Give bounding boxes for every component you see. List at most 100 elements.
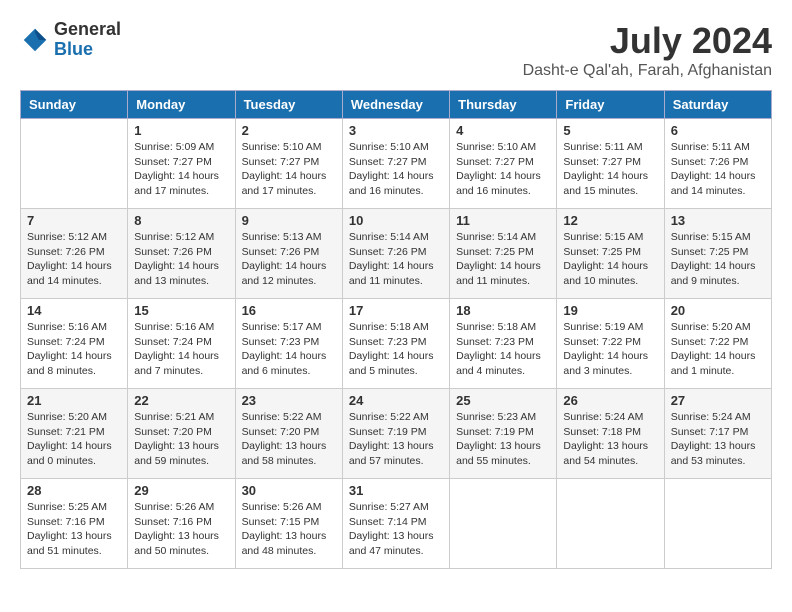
day-info: Sunrise: 5:13 AM Sunset: 7:26 PM Dayligh… — [242, 230, 336, 289]
day-cell: 23Sunrise: 5:22 AM Sunset: 7:20 PM Dayli… — [235, 389, 342, 479]
day-cell — [557, 479, 664, 569]
day-info: Sunrise: 5:24 AM Sunset: 7:18 PM Dayligh… — [563, 410, 657, 469]
header: General Blue July 2024 Dasht-e Qal'ah, F… — [20, 20, 772, 80]
day-cell: 31 Sunrise: 5:27 AM Sunset: 7:14 PM Dayli… — [342, 479, 449, 569]
day-number: 8 — [134, 213, 228, 228]
day-info: Sunrise: 5:22 AM Sunset: 7:19 PM Dayligh… — [349, 410, 443, 469]
day-cell: 17Sunrise: 5:18 AM Sunset: 7:23 PM Dayli… — [342, 299, 449, 389]
day-number: 16 — [242, 303, 336, 318]
day-number: 5 — [563, 123, 657, 138]
day-number: 13 — [671, 213, 765, 228]
day-number: 14 — [27, 303, 121, 318]
day-cell: 1 Sunrise: 5:09 AM Sunset: 7:27 PM Daylig… — [128, 119, 235, 209]
weekday-header-sunday: Sunday — [21, 91, 128, 119]
day-number: 12 — [563, 213, 657, 228]
day-info: Sunrise: 5:19 AM Sunset: 7:22 PM Dayligh… — [563, 320, 657, 379]
week-row-1: 1 Sunrise: 5:09 AM Sunset: 7:27 PM Daylig… — [21, 119, 772, 209]
day-cell: 4 Sunrise: 5:10 AM Sunset: 7:27 PM Daylig… — [450, 119, 557, 209]
day-cell — [21, 119, 128, 209]
day-info: Sunrise: 5:16 AM Sunset: 7:24 PM Dayligh… — [27, 320, 121, 379]
day-number: 10 — [349, 213, 443, 228]
weekday-header-friday: Friday — [557, 91, 664, 119]
day-cell: 16 Sunrise: 5:17 AM Sunset: 7:23 PM Dayli… — [235, 299, 342, 389]
day-number: 29 — [134, 483, 228, 498]
day-cell: 13 Sunrise: 5:15 AM Sunset: 7:25 PM Dayli… — [664, 209, 771, 299]
week-row-4: 21 Sunrise: 5:20 AM Sunset: 7:21 PM Dayli… — [21, 389, 772, 479]
day-cell: 18Sunrise: 5:18 AM Sunset: 7:23 PM Dayli… — [450, 299, 557, 389]
day-number: 3 — [349, 123, 443, 138]
day-info: Sunrise: 5:12 AM Sunset: 7:26 PM Dayligh… — [134, 230, 228, 289]
day-cell: 28Sunrise: 5:25 AM Sunset: 7:16 PM Dayli… — [21, 479, 128, 569]
day-cell: 11 Sunrise: 5:14 AM Sunset: 7:25 PM Dayli… — [450, 209, 557, 299]
day-info: Sunrise: 5:26 AM Sunset: 7:15 PM Dayligh… — [242, 500, 336, 559]
logo-text: General Blue — [54, 20, 121, 60]
day-info: Sunrise: 5:15 AM Sunset: 7:25 PM Dayligh… — [563, 230, 657, 289]
day-cell: 15Sunrise: 5:16 AM Sunset: 7:24 PM Dayli… — [128, 299, 235, 389]
day-info: Sunrise: 5:10 AM Sunset: 7:27 PM Dayligh… — [349, 140, 443, 199]
day-cell: 9 Sunrise: 5:13 AM Sunset: 7:26 PM Daylig… — [235, 209, 342, 299]
day-cell: 7 Sunrise: 5:12 AM Sunset: 7:26 PM Daylig… — [21, 209, 128, 299]
weekday-header-thursday: Thursday — [450, 91, 557, 119]
location-text: Dasht-e Qal'ah, Farah, Afghanistan — [523, 62, 772, 80]
day-cell: 12 Sunrise: 5:15 AM Sunset: 7:25 PM Dayli… — [557, 209, 664, 299]
weekday-header-wednesday: Wednesday — [342, 91, 449, 119]
day-cell: 27 Sunrise: 5:24 AM Sunset: 7:17 PM Dayli… — [664, 389, 771, 479]
day-number: 2 — [242, 123, 336, 138]
weekday-header-tuesday: Tuesday — [235, 91, 342, 119]
day-cell: 10 Sunrise: 5:14 AM Sunset: 7:26 PM Dayli… — [342, 209, 449, 299]
day-number: 27 — [671, 393, 765, 408]
day-info: Sunrise: 5:20 AM Sunset: 7:22 PM Dayligh… — [671, 320, 765, 379]
day-cell: 21 Sunrise: 5:20 AM Sunset: 7:21 PM Dayli… — [21, 389, 128, 479]
day-number: 21 — [27, 393, 121, 408]
day-cell: 24Sunrise: 5:22 AM Sunset: 7:19 PM Dayli… — [342, 389, 449, 479]
day-number: 20 — [671, 303, 765, 318]
day-info: Sunrise: 5:14 AM Sunset: 7:26 PM Dayligh… — [349, 230, 443, 289]
day-number: 4 — [456, 123, 550, 138]
weekday-header-saturday: Saturday — [664, 91, 771, 119]
day-info: Sunrise: 5:27 AM Sunset: 7:14 PM Dayligh… — [349, 500, 443, 559]
day-info: Sunrise: 5:16 AM Sunset: 7:24 PM Dayligh… — [134, 320, 228, 379]
day-info: Sunrise: 5:11 AM Sunset: 7:27 PM Dayligh… — [563, 140, 657, 199]
day-cell: 19 Sunrise: 5:19 AM Sunset: 7:22 PM Dayli… — [557, 299, 664, 389]
day-cell: 6Sunrise: 5:11 AM Sunset: 7:26 PM Daylig… — [664, 119, 771, 209]
logo-blue-text: Blue — [54, 40, 121, 60]
day-number: 1 — [134, 123, 228, 138]
week-row-3: 14 Sunrise: 5:16 AM Sunset: 7:24 PM Dayli… — [21, 299, 772, 389]
day-number: 31 — [349, 483, 443, 498]
day-cell: 25Sunrise: 5:23 AM Sunset: 7:19 PM Dayli… — [450, 389, 557, 479]
day-number: 7 — [27, 213, 121, 228]
day-number: 19 — [563, 303, 657, 318]
day-cell: 3 Sunrise: 5:10 AM Sunset: 7:27 PM Daylig… — [342, 119, 449, 209]
day-info: Sunrise: 5:24 AM Sunset: 7:17 PM Dayligh… — [671, 410, 765, 469]
title-area: July 2024 Dasht-e Qal'ah, Farah, Afghani… — [523, 20, 772, 80]
day-info: Sunrise: 5:10 AM Sunset: 7:27 PM Dayligh… — [456, 140, 550, 199]
day-number: 11 — [456, 213, 550, 228]
day-info: Sunrise: 5:12 AM Sunset: 7:26 PM Dayligh… — [27, 230, 121, 289]
day-info: Sunrise: 5:15 AM Sunset: 7:25 PM Dayligh… — [671, 230, 765, 289]
day-info: Sunrise: 5:14 AM Sunset: 7:25 PM Dayligh… — [456, 230, 550, 289]
day-info: Sunrise: 5:10 AM Sunset: 7:27 PM Dayligh… — [242, 140, 336, 199]
day-info: Sunrise: 5:18 AM Sunset: 7:23 PM Dayligh… — [349, 320, 443, 379]
logo-icon — [20, 25, 50, 55]
day-info: Sunrise: 5:25 AM Sunset: 7:16 PM Dayligh… — [27, 500, 121, 559]
day-number: 22 — [134, 393, 228, 408]
day-info: Sunrise: 5:20 AM Sunset: 7:21 PM Dayligh… — [27, 410, 121, 469]
weekday-header-monday: Monday — [128, 91, 235, 119]
day-info: Sunrise: 5:21 AM Sunset: 7:20 PM Dayligh… — [134, 410, 228, 469]
day-cell: 26Sunrise: 5:24 AM Sunset: 7:18 PM Dayli… — [557, 389, 664, 479]
day-info: Sunrise: 5:26 AM Sunset: 7:16 PM Dayligh… — [134, 500, 228, 559]
weekday-header-row: SundayMondayTuesdayWednesdayThursdayFrid… — [21, 91, 772, 119]
day-info: Sunrise: 5:17 AM Sunset: 7:23 PM Dayligh… — [242, 320, 336, 379]
day-number: 6 — [671, 123, 765, 138]
day-info: Sunrise: 5:09 AM Sunset: 7:27 PM Dayligh… — [134, 140, 228, 199]
day-number: 30 — [242, 483, 336, 498]
day-cell: 2 Sunrise: 5:10 AM Sunset: 7:27 PM Daylig… — [235, 119, 342, 209]
logo-general-text: General — [54, 20, 121, 40]
day-cell: 22 Sunrise: 5:21 AM Sunset: 7:20 PM Dayli… — [128, 389, 235, 479]
day-cell: 5 Sunrise: 5:11 AM Sunset: 7:27 PM Daylig… — [557, 119, 664, 209]
day-info: Sunrise: 5:18 AM Sunset: 7:23 PM Dayligh… — [456, 320, 550, 379]
logo: General Blue — [20, 20, 121, 60]
day-number: 9 — [242, 213, 336, 228]
week-row-2: 7 Sunrise: 5:12 AM Sunset: 7:26 PM Daylig… — [21, 209, 772, 299]
day-cell — [450, 479, 557, 569]
